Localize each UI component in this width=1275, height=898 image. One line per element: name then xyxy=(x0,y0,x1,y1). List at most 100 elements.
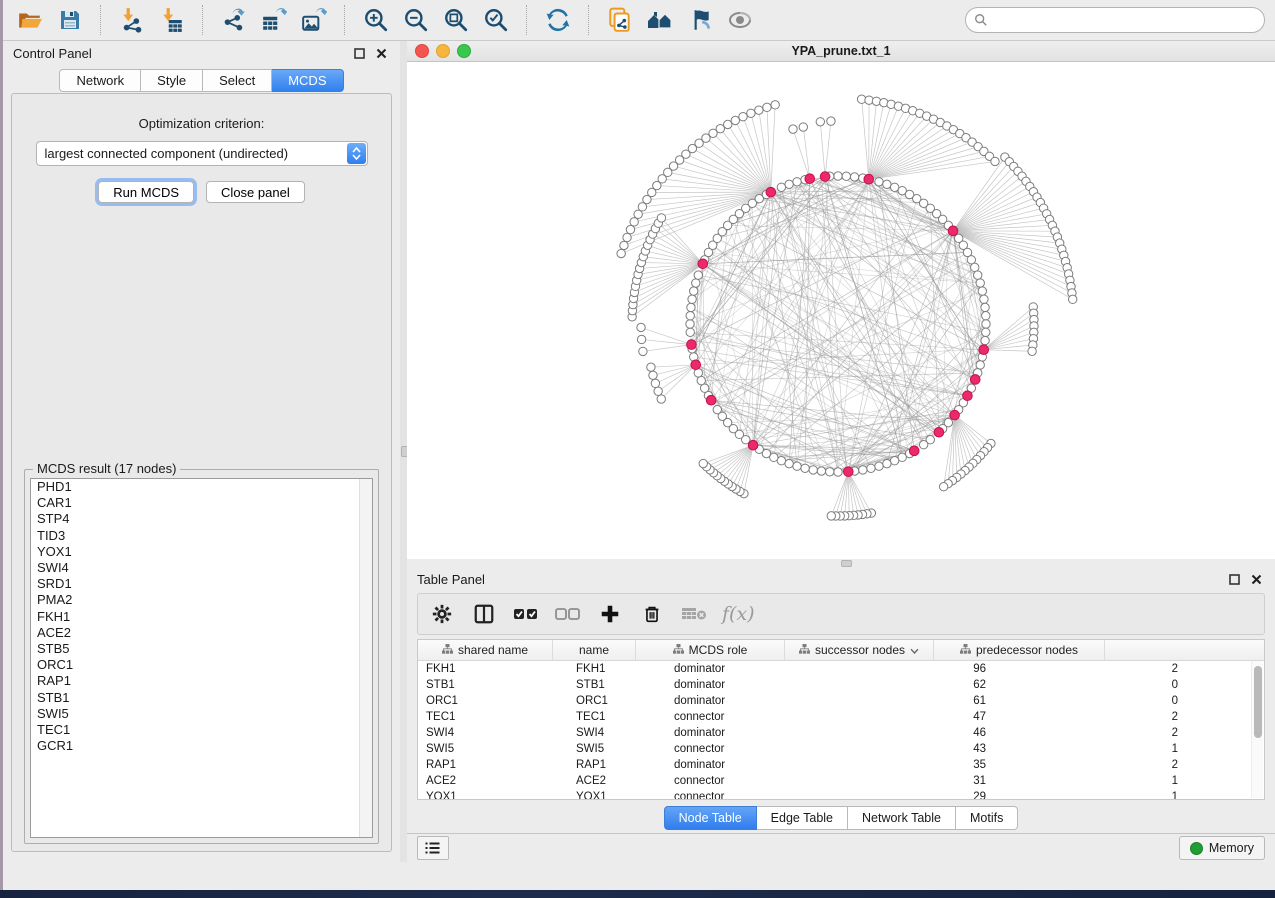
mcds-result-item[interactable]: CAR1 xyxy=(31,495,372,511)
deselect-all-icon[interactable] xyxy=(554,600,582,628)
delete-table-icon[interactable] xyxy=(680,600,708,628)
mcds-result-item[interactable]: STB5 xyxy=(31,641,372,657)
scrollbar-thumb[interactable] xyxy=(1254,666,1262,738)
mcds-result-item[interactable]: GCR1 xyxy=(31,738,372,754)
table-cell: dominator xyxy=(666,663,830,675)
table-row[interactable]: SWI5SWI5connector431 xyxy=(418,741,1264,757)
save-session-icon[interactable] xyxy=(53,4,87,36)
network-window-titlebar[interactable]: YPA_prune.txt_1 xyxy=(407,41,1275,62)
table-row[interactable]: SWI4SWI4dominator462 xyxy=(418,725,1264,741)
tab-node-table[interactable]: Node Table xyxy=(664,806,757,830)
refresh-icon[interactable] xyxy=(541,4,575,36)
mcds-result-item[interactable]: ACE2 xyxy=(31,625,372,641)
column-header-name[interactable]: name xyxy=(553,640,636,660)
mcds-result-item[interactable]: TEC1 xyxy=(31,722,372,738)
mcds-result-item[interactable]: TID3 xyxy=(31,528,372,544)
mcds-result-item[interactable]: SRD1 xyxy=(31,576,372,592)
mcds-result-item[interactable]: STP4 xyxy=(31,511,372,527)
import-table-icon[interactable] xyxy=(155,4,189,36)
table-cell: SWI5 xyxy=(568,743,666,755)
table-scrollbar[interactable] xyxy=(1251,661,1263,798)
table-cell: 31 xyxy=(830,775,1000,787)
mcds-result-item[interactable]: ORC1 xyxy=(31,657,372,673)
float-panel-icon[interactable] xyxy=(1225,570,1243,588)
close-panel-icon[interactable] xyxy=(1247,570,1265,588)
tab-network-table[interactable]: Network Table xyxy=(848,806,956,830)
mcds-result-list[interactable]: PHD1CAR1STP4TID3YOX1SWI4SRD1PMA2FKH1ACE2… xyxy=(30,478,373,838)
list-scrollbar[interactable] xyxy=(359,479,372,837)
tab-edge-table[interactable]: Edge Table xyxy=(757,806,848,830)
export-image-icon[interactable] xyxy=(297,4,331,36)
table-row[interactable]: ACE2ACE2connector311 xyxy=(418,773,1264,789)
table-row[interactable]: FKH1FKH1dominator962 xyxy=(418,661,1264,677)
select-all-icon[interactable] xyxy=(512,600,540,628)
table-cell: 46 xyxy=(830,727,1000,739)
search-box[interactable] xyxy=(965,7,1265,33)
window-minimize-icon[interactable] xyxy=(436,44,450,58)
hide-selected-icon[interactable] xyxy=(683,4,717,36)
memory-button[interactable]: Memory xyxy=(1179,836,1265,860)
export-table-icon[interactable] xyxy=(257,4,291,36)
column-header-successor-nodes[interactable]: successor nodes xyxy=(785,640,934,660)
vertical-splitter[interactable] xyxy=(400,41,407,862)
import-network-icon[interactable] xyxy=(115,4,149,36)
zoom-in-icon[interactable] xyxy=(359,4,393,36)
table-toolbar: f(x) xyxy=(417,593,1265,635)
tab-style[interactable]: Style xyxy=(141,69,203,92)
float-panel-icon[interactable] xyxy=(350,44,368,62)
window-close-icon[interactable] xyxy=(415,44,429,58)
mcds-result-item[interactable]: SWI4 xyxy=(31,560,372,576)
open-session-icon[interactable] xyxy=(13,4,47,36)
zoom-fit-icon[interactable] xyxy=(439,4,473,36)
first-neighbors-icon[interactable] xyxy=(643,4,677,36)
mcds-result-item[interactable]: PHD1 xyxy=(31,479,372,495)
column-header-shared-name[interactable]: shared name xyxy=(418,640,553,660)
run-mcds-button[interactable]: Run MCDS xyxy=(98,181,194,203)
table-cell: 1 xyxy=(1000,775,1192,787)
tab-motifs[interactable]: Motifs xyxy=(956,806,1018,830)
table-row[interactable]: YOX1YOX1connector291 xyxy=(418,789,1264,800)
optimization-criterion-select[interactable]: largest connected component (undirected) xyxy=(36,141,368,166)
table-row[interactable]: RAP1RAP1dominator352 xyxy=(418,757,1264,773)
table-row[interactable]: STB1STB1dominator620 xyxy=(418,677,1264,693)
export-network-icon[interactable] xyxy=(217,4,251,36)
network-graph[interactable] xyxy=(407,62,1275,559)
tab-network[interactable]: Network xyxy=(59,69,141,92)
search-input[interactable] xyxy=(993,12,1256,28)
task-history-button[interactable] xyxy=(417,836,449,860)
zoom-out-icon[interactable] xyxy=(399,4,433,36)
table-row[interactable]: TEC1TEC1connector472 xyxy=(418,709,1264,725)
network-canvas[interactable] xyxy=(407,62,1275,559)
table-cell: 2 xyxy=(1000,759,1192,771)
column-header-MCDS-role[interactable]: MCDS role xyxy=(636,640,785,660)
close-panel-icon[interactable] xyxy=(372,44,390,62)
mcds-result-item[interactable]: PMA2 xyxy=(31,592,372,608)
mcds-result-item[interactable]: SWI5 xyxy=(31,706,372,722)
show-column-icon[interactable] xyxy=(470,600,498,628)
column-header-predecessor-nodes[interactable]: predecessor nodes xyxy=(934,640,1105,660)
table-row[interactable]: ORC1ORC1dominator610 xyxy=(418,693,1264,709)
horizontal-splitter[interactable] xyxy=(407,559,1275,567)
table-cell: dominator xyxy=(666,679,830,691)
mcds-result-item[interactable]: RAP1 xyxy=(31,673,372,689)
mcds-result-item[interactable]: STB1 xyxy=(31,690,372,706)
close-panel-button[interactable]: Close panel xyxy=(206,181,305,203)
table-cell: 35 xyxy=(830,759,1000,771)
table-cell: dominator xyxy=(666,727,830,739)
zoom-selected-icon[interactable] xyxy=(479,4,513,36)
tab-mcds[interactable]: MCDS xyxy=(272,69,343,92)
tab-select[interactable]: Select xyxy=(203,69,272,92)
control-panel-tabbar: NetworkStyleSelectMCDS xyxy=(3,69,400,92)
table-cell: TEC1 xyxy=(568,711,666,723)
splitter-handle[interactable] xyxy=(841,560,852,567)
delete-row-icon[interactable] xyxy=(638,600,666,628)
show-all-icon[interactable] xyxy=(723,4,757,36)
new-network-from-selection-icon[interactable] xyxy=(603,4,637,36)
mcds-result-item[interactable]: YOX1 xyxy=(31,544,372,560)
mcds-result-item[interactable]: FKH1 xyxy=(31,609,372,625)
table-settings-icon[interactable] xyxy=(428,600,456,628)
add-row-icon[interactable] xyxy=(596,600,624,628)
function-builder-icon[interactable]: f(x) xyxy=(722,603,755,625)
toolbar-separator xyxy=(588,5,590,35)
window-maximize-icon[interactable] xyxy=(457,44,471,58)
